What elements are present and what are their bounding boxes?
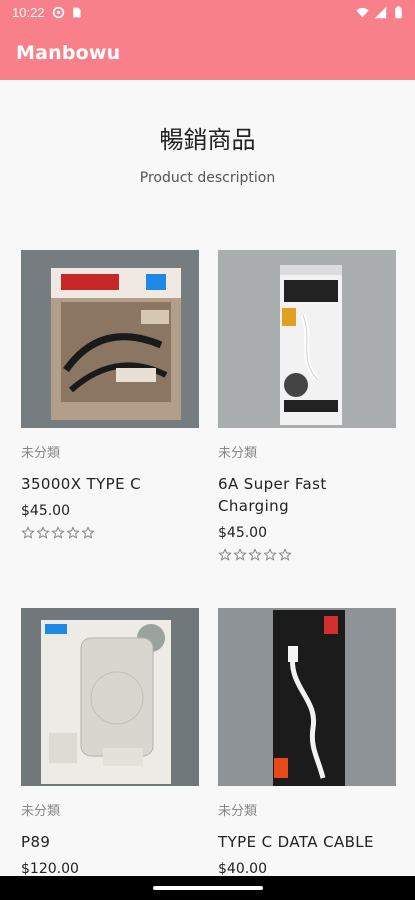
product-name[interactable]: TYPE C DATA CABLE	[218, 831, 396, 853]
star-outline-icon	[233, 548, 247, 561]
product-name[interactable]: 35000X TYPE C	[21, 473, 199, 495]
star-outline-icon	[36, 526, 50, 539]
signal-icon	[374, 6, 387, 19]
product-category: 未分類	[21, 804, 61, 819]
product-card[interactable]: 未分類 TYPE C DATA CABLE $40.00	[218, 608, 396, 877]
star-outline-icon	[21, 526, 35, 539]
star-rating	[21, 526, 199, 540]
product-photo-type-c-cable[interactable]	[218, 608, 396, 786]
star-outline-icon	[218, 548, 232, 561]
sim-icon	[73, 7, 81, 18]
star-rating	[218, 548, 396, 562]
wifi-icon	[356, 7, 369, 18]
star-outline-icon	[66, 526, 80, 539]
product-name[interactable]: 6A Super Fast Charging	[218, 473, 396, 517]
product-category: 未分類	[218, 446, 258, 461]
battery-icon	[395, 6, 402, 19]
product-card[interactable]: 未分類 35000X TYPE C $45.00	[21, 250, 199, 540]
product-photo-verbatim-cable[interactable]	[21, 250, 199, 428]
product-price: $45.00	[218, 525, 267, 541]
app-bar: Manbowu	[0, 26, 415, 80]
status-bar: 10:22	[0, 0, 415, 26]
product-price: $45.00	[21, 503, 70, 519]
product-category: 未分類	[218, 804, 258, 819]
product-photo-super-fast-cable[interactable]	[218, 250, 396, 428]
app-title: Manbowu	[16, 42, 121, 64]
product-photo-power-bank[interactable]	[21, 608, 199, 786]
star-outline-icon	[263, 548, 277, 561]
product-card[interactable]: 未分類 6A Super Fast Charging $45.00	[218, 250, 396, 562]
section-title: 暢銷商品	[159, 126, 256, 154]
product-price: $40.00	[218, 861, 267, 877]
product-card[interactable]: 未分類 P89 $120.00	[21, 608, 199, 877]
star-outline-icon	[81, 526, 95, 539]
star-outline-icon	[248, 548, 262, 561]
star-outline-icon	[278, 548, 292, 561]
navigation-bar	[0, 876, 415, 900]
settings-icon	[52, 6, 65, 19]
product-category: 未分類	[21, 446, 61, 461]
home-handle[interactable]	[153, 886, 263, 890]
star-outline-icon	[51, 526, 65, 539]
section-description: Product description	[139, 170, 276, 186]
status-time: 10:22	[12, 5, 45, 20]
product-name[interactable]: P89	[21, 831, 199, 853]
product-price: $120.00	[21, 861, 79, 877]
